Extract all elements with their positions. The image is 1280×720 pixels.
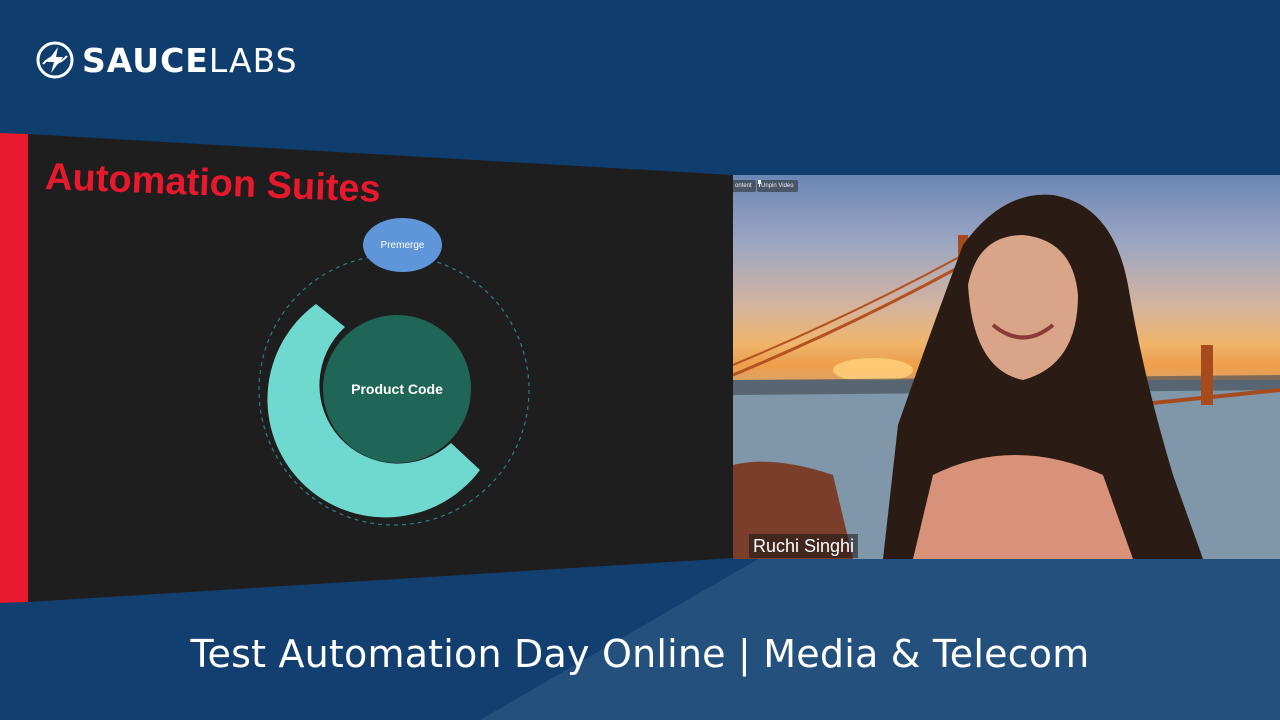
pin-icon <box>758 180 761 187</box>
unpin-video-button[interactable]: Unpin Video <box>757 180 798 192</box>
content-chip[interactable]: ontent <box>733 180 756 192</box>
video-scene <box>733 194 1280 559</box>
speaker-video-tile[interactable]: ontent Unpin Video Ruchi Singhi <box>733 175 1280 559</box>
product-code-node: Product Code <box>323 315 471 463</box>
event-title: Test Automation Day Online | Media & Tel… <box>190 632 1090 676</box>
premerge-node: Premerge <box>363 218 442 272</box>
slide-red-edge <box>0 133 28 603</box>
participant-name-tag: Ruchi Singhi <box>749 534 859 558</box>
unpin-video-label: Unpin Video <box>761 183 794 189</box>
